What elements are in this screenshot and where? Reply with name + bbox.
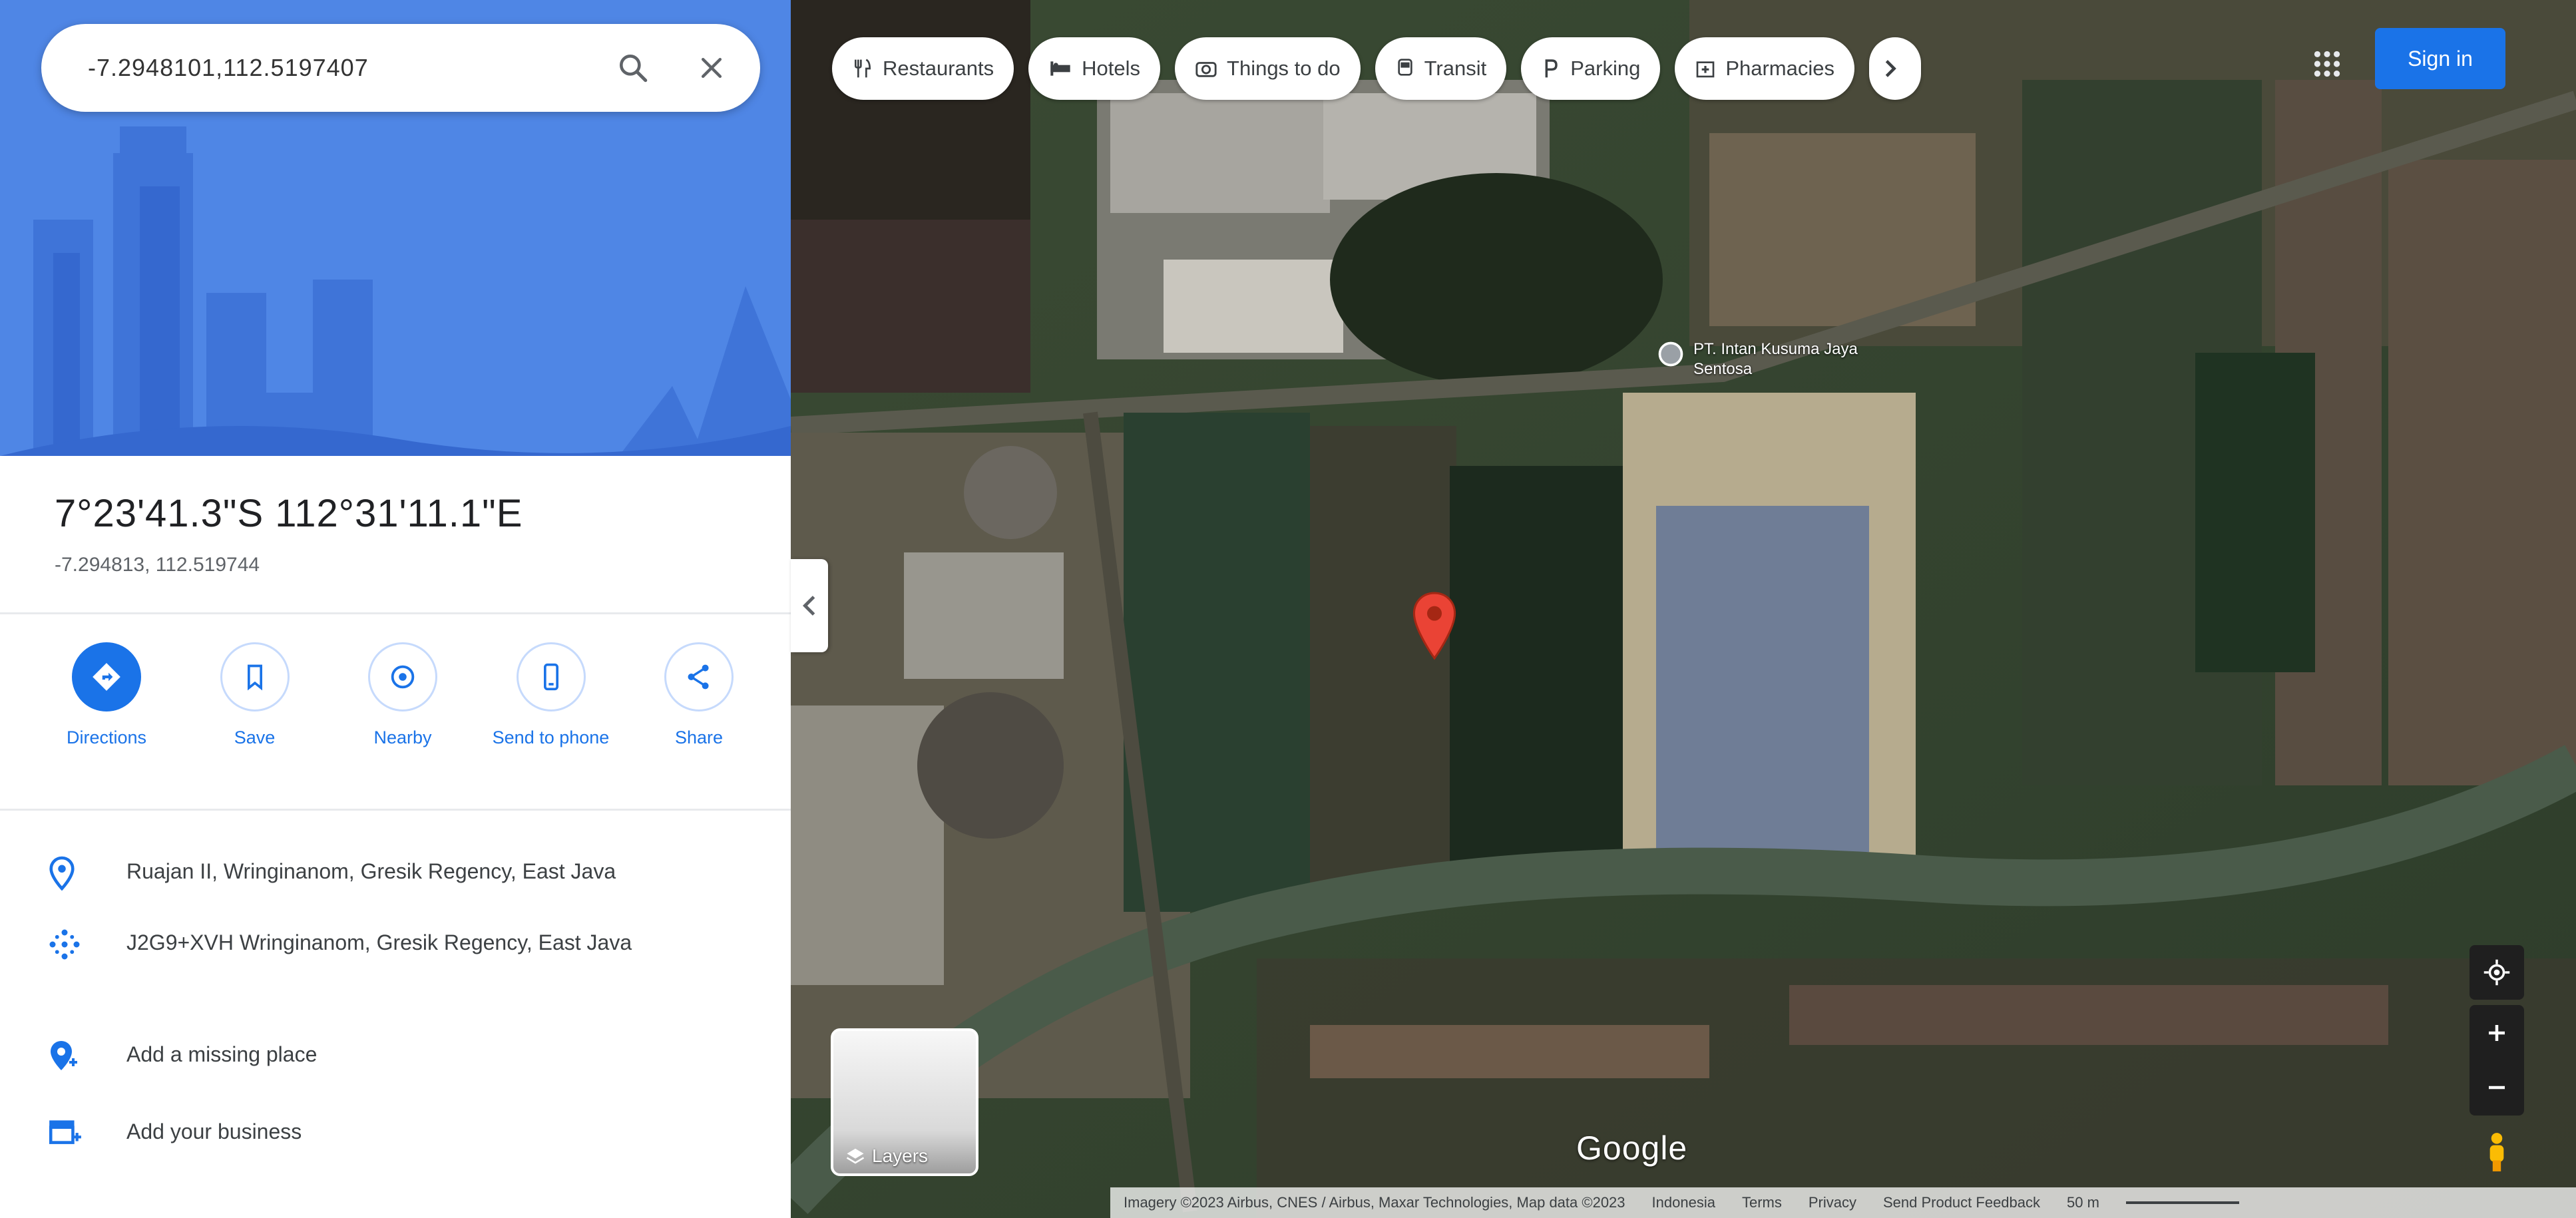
poi-label: PT. Intan Kusuma Jaya Sentosa (1693, 340, 1858, 378)
my-location-button[interactable] (2469, 945, 2524, 1000)
place-title: 7°23'41.3"S 112°31'11.1"E (55, 492, 523, 535)
nearby-icon (368, 642, 437, 711)
restaurant-icon (855, 59, 871, 78)
location-pin-icon (49, 856, 75, 891)
sign-in-button[interactable]: Sign in (2375, 28, 2505, 89)
place-hero-image: -7.2948101,112.5197407 (0, 0, 791, 456)
parking-icon (1545, 59, 1558, 78)
chip-label: Restaurants (883, 57, 994, 80)
action-buttons: Directions Save Nearby Send to phone Sha… (40, 642, 765, 750)
chevron-right-icon (1885, 60, 1896, 77)
layers-button[interactable]: Layers (831, 1028, 978, 1176)
chip-label: Hotels (1082, 57, 1141, 80)
satellite-map[interactable]: Restaurants Hotels Things to do Transit … (791, 0, 2576, 1218)
share-label: Share (674, 727, 724, 747)
my-location-icon (2483, 959, 2510, 986)
minus-icon (2489, 1086, 2505, 1090)
chips-scroll-next-button[interactable] (1869, 37, 1922, 100)
save-label: Save (234, 727, 276, 747)
chip-label: Things to do (1227, 57, 1341, 80)
hotel-icon (1050, 61, 1070, 76)
close-icon (701, 57, 722, 79)
search-input[interactable]: -7.2948101,112.5197407 (88, 54, 603, 82)
category-chips: Restaurants Hotels Things to do Transit … (832, 37, 1922, 100)
directions-button[interactable]: Directions (40, 642, 173, 750)
chip-label: Parking (1570, 57, 1641, 80)
business-icon (49, 1120, 81, 1144)
chip-hotels[interactable]: Hotels (1028, 37, 1161, 100)
chip-parking[interactable]: Parking (1521, 37, 1661, 100)
zoom-controls (2469, 1005, 2524, 1116)
phone-icon (516, 642, 586, 711)
google-apps-button[interactable] (2295, 32, 2359, 96)
side-panel: -7.2948101,112.5197407 7°23'41.3"S 112°3… (0, 0, 791, 1218)
nearby-label: Nearby (373, 727, 432, 747)
imagery-attribution: Imagery ©2023 Airbus, CNES / Airbus, Max… (1124, 1194, 1625, 1211)
place-decimal-coordinates: -7.294813, 112.519744 (55, 554, 260, 576)
plus-code-text: J2G9+XVH Wringinanom, Gresik Regency, Ea… (126, 930, 632, 954)
divider (0, 612, 791, 614)
add-missing-place-text: Add a missing place (126, 1042, 318, 1066)
add-missing-place-row[interactable]: Add a missing place (0, 1038, 791, 1073)
chip-transit[interactable]: Transit (1375, 37, 1507, 100)
search-button[interactable] (603, 38, 663, 98)
transit-icon (1397, 59, 1412, 76)
add-business-text: Add your business (126, 1119, 302, 1143)
share-icon (664, 642, 734, 711)
add-business-row[interactable]: Add your business (0, 1116, 791, 1147)
send-to-phone-label: Send to phone (492, 727, 610, 747)
chevron-left-icon (802, 596, 815, 616)
google-logo: Google (1576, 1129, 1688, 1167)
camera-icon (1195, 62, 1217, 77)
bookmark-icon (220, 642, 290, 711)
share-button[interactable]: Share (632, 642, 765, 750)
footer-country[interactable]: Indonesia (1652, 1194, 1715, 1211)
save-button[interactable]: Save (188, 642, 322, 750)
chip-pharmacies[interactable]: Pharmacies (1675, 37, 1855, 100)
chip-label: Pharmacies (1725, 57, 1835, 80)
address-row[interactable]: Ruajan II, Wringinanom, Gresik Regency, … (0, 855, 791, 891)
terms-link[interactable]: Terms (1742, 1194, 1782, 1211)
send-to-phone-button[interactable]: Send to phone (485, 642, 618, 750)
layers-label: Layers (872, 1145, 929, 1166)
street-view-pegman[interactable] (2469, 1125, 2524, 1179)
chip-restaurants[interactable]: Restaurants (832, 37, 1014, 100)
feedback-link[interactable]: Send Product Feedback (1883, 1194, 2040, 1211)
layers-icon (846, 1148, 865, 1164)
zoom-out-button[interactable] (2485, 1060, 2509, 1115)
map-pin-icon (1412, 592, 1456, 660)
divider (0, 809, 791, 811)
poi-marker[interactable]: PT. Intan Kusuma Jaya Sentosa (1656, 339, 1913, 379)
add-place-icon (51, 1041, 77, 1070)
poi-dot-icon (1658, 341, 1683, 367)
scale-label[interactable]: 50 m (2067, 1194, 2099, 1211)
address-text: Ruajan II, Wringinanom, Gresik Regency, … (126, 859, 616, 883)
plus-code-icon (49, 929, 80, 960)
search-icon (620, 55, 648, 83)
nearby-button[interactable]: Nearby (336, 642, 469, 750)
chip-things-to-do[interactable]: Things to do (1175, 37, 1361, 100)
dropped-pin-marker[interactable] (1410, 591, 1459, 664)
plus-icon (2489, 1025, 2505, 1041)
privacy-link[interactable]: Privacy (1809, 1194, 1856, 1211)
zoom-in-button[interactable] (2485, 1006, 2509, 1060)
scale-bar (2125, 1201, 2239, 1204)
search-box[interactable]: -7.2948101,112.5197407 (41, 24, 760, 112)
apps-grid-icon (2314, 51, 2340, 77)
collapse-panel-button[interactable] (791, 559, 828, 652)
chip-label: Transit (1424, 57, 1487, 80)
directions-icon (72, 642, 141, 711)
directions-label: Directions (66, 727, 147, 747)
map-footer: Imagery ©2023 Airbus, CNES / Airbus, Max… (1110, 1187, 2576, 1218)
satellite-imagery (791, 0, 2576, 1218)
pharmacy-icon (1696, 61, 1715, 78)
close-button[interactable] (682, 38, 742, 98)
pegman-icon (2489, 1133, 2504, 1171)
plus-code-row[interactable]: J2G9+XVH Wringinanom, Gresik Regency, Ea… (0, 926, 791, 962)
